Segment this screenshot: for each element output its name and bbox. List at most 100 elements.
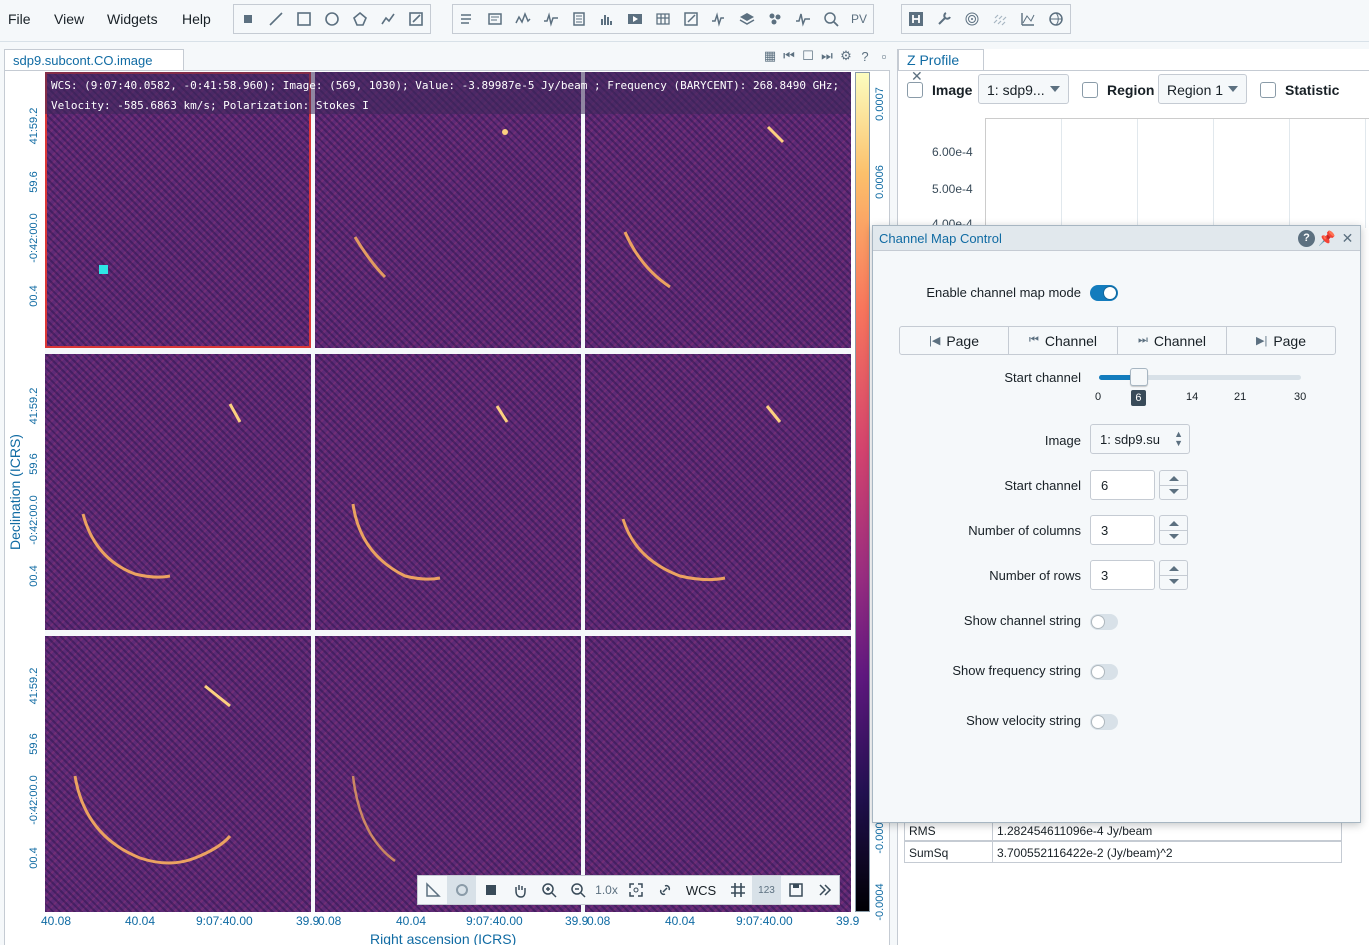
gear-icon[interactable]: ⚙ (838, 47, 854, 65)
start-channel-input[interactable]: 6 (1090, 470, 1155, 500)
ellipse-region-icon[interactable] (318, 5, 346, 33)
region-select[interactable]: Region 1 (1158, 74, 1247, 104)
spectral-profile-icon[interactable] (537, 5, 565, 33)
contour-icon[interactable] (958, 5, 986, 33)
rows-input[interactable]: 3 (1090, 560, 1155, 590)
wrench-icon[interactable] (930, 5, 958, 33)
cursor-info-line2: Velocity: -585.6863 km/s; Polarization: … (51, 99, 369, 112)
show-velocity-switch[interactable] (1090, 714, 1118, 730)
channel-panel[interactable] (45, 354, 311, 630)
link-icon[interactable] (650, 876, 679, 904)
image-fitting-icon[interactable] (1014, 5, 1042, 33)
polyline-region-icon[interactable] (374, 5, 402, 33)
slider-tick: 21 (1234, 391, 1247, 403)
show-frequency-switch[interactable] (1090, 664, 1118, 680)
x-tick: 9:07:40.00 (466, 914, 523, 928)
line-region-icon[interactable] (262, 5, 290, 33)
help-icon[interactable]: ? (857, 47, 873, 65)
region-checkbox[interactable] (1082, 82, 1098, 98)
region-list-icon[interactable] (453, 5, 481, 33)
spectral-line-icon[interactable] (789, 5, 817, 33)
wcs-button[interactable]: WCS (679, 876, 723, 904)
start-channel-slider[interactable] (1099, 375, 1301, 380)
number-overlay-button[interactable]: 123 (752, 876, 781, 904)
slider-handle[interactable] (1130, 368, 1149, 386)
image-view-tab[interactable]: sdp9.subcont.CO.image (4, 49, 184, 71)
image-select[interactable]: 1: sdp9... (978, 74, 1069, 104)
z-profile-plot[interactable] (985, 118, 1369, 228)
show-channel-switch[interactable] (1090, 614, 1118, 630)
header-icon[interactable] (902, 5, 930, 33)
statistic-checkbox[interactable] (1260, 82, 1276, 98)
spectral-search-icon[interactable] (817, 5, 845, 33)
slider-tick: 30 (1294, 391, 1307, 403)
polygon-region-icon[interactable] (346, 5, 374, 33)
help-icon[interactable]: ? (1298, 230, 1315, 247)
z-profile-tab[interactable]: Z Profile ✕ (898, 49, 984, 84)
channel-map-grid[interactable] (45, 72, 851, 912)
region-tool-icon[interactable] (476, 876, 505, 904)
stat-value: 1.282454611096e-4 Jy/beam (997, 824, 1153, 838)
image-checkbox[interactable] (907, 82, 923, 98)
rectangle-region-icon[interactable] (290, 5, 318, 33)
layer-edit-icon[interactable] (677, 5, 705, 33)
enable-mode-switch[interactable] (1090, 285, 1118, 301)
channel-panel[interactable] (315, 354, 581, 630)
zoom-to-1x-button[interactable]: 1.0x (592, 876, 621, 904)
menu-file[interactable]: File (8, 11, 31, 27)
stepper-divider (1159, 530, 1188, 531)
image-info-icon[interactable] (481, 5, 509, 33)
catalog-icon[interactable] (761, 5, 789, 33)
channel-panel[interactable] (585, 636, 851, 912)
render-config-icon[interactable] (649, 5, 677, 33)
point-region-icon[interactable] (234, 5, 262, 33)
prev-channel-button[interactable]: ⏮ Channel (1009, 327, 1118, 354)
pin-icon[interactable]: 📌 (1318, 230, 1335, 247)
vector-overlay-icon[interactable] (986, 5, 1014, 33)
channel-panel[interactable] (585, 354, 851, 630)
maximize-icon[interactable]: ▫ (876, 47, 892, 65)
single-panel-icon[interactable]: ☐ (800, 47, 816, 65)
online-catalog-icon[interactable] (1042, 5, 1070, 33)
zoom-in-icon[interactable] (534, 876, 563, 904)
pan-hand-icon[interactable] (505, 876, 534, 904)
statistics-icon[interactable] (565, 5, 593, 33)
columns-input[interactable]: 3 (1090, 515, 1155, 545)
grid-overlay-icon[interactable] (723, 876, 752, 904)
last-page-button[interactable]: ▶| Page (1227, 327, 1335, 354)
first-page-button[interactable]: |◀ Page (900, 327, 1009, 354)
annotation-icon[interactable] (402, 5, 430, 33)
x-tick: 0.08 (587, 914, 611, 928)
colorbar[interactable] (855, 72, 870, 912)
channel-panel[interactable] (315, 636, 581, 912)
x-axis-label: Right ascension (ICRS) (370, 931, 517, 945)
compass-icon[interactable] (447, 876, 476, 904)
animator-icon[interactable] (621, 5, 649, 33)
menu-view[interactable]: View (54, 11, 84, 27)
stokes-analysis-icon[interactable] (705, 5, 733, 33)
grid-layout-icon[interactable]: ▦ (762, 47, 778, 65)
spatial-profile-icon[interactable] (509, 5, 537, 33)
close-icon[interactable]: ✕ (1339, 230, 1356, 247)
pv-generator-button[interactable]: PV (845, 5, 873, 33)
menu-help[interactable]: Help (182, 11, 211, 27)
channel-panel[interactable] (45, 636, 311, 912)
zoom-out-icon[interactable] (563, 876, 592, 904)
colorbar-tick: 0.0007 (874, 87, 886, 121)
dialog-header[interactable]: Channel Map Control ? 📌 ✕ (873, 226, 1360, 251)
first-frame-icon[interactable]: ⏮ (781, 47, 797, 65)
next-channel-button[interactable]: ⏭ Channel (1118, 327, 1227, 354)
image-select[interactable]: 1: sdp9.su ▲ ▼ (1090, 424, 1190, 454)
next-frame-icon[interactable]: ⏭ (819, 47, 835, 65)
expand-toolbar-icon[interactable] (810, 876, 839, 904)
rows-label: Number of rows (989, 568, 1081, 583)
slider-tick: 14 (1186, 391, 1199, 403)
zoom-to-fit-icon[interactable] (621, 876, 650, 904)
histogram-icon[interactable] (593, 5, 621, 33)
next-channel-label: Channel (1153, 332, 1207, 349)
plot-y-tick: 6.00e-4 (932, 145, 973, 159)
layers-icon[interactable] (733, 5, 761, 33)
save-image-icon[interactable] (781, 876, 810, 904)
distance-measure-icon[interactable] (418, 876, 447, 904)
menu-widgets[interactable]: Widgets (107, 11, 158, 27)
